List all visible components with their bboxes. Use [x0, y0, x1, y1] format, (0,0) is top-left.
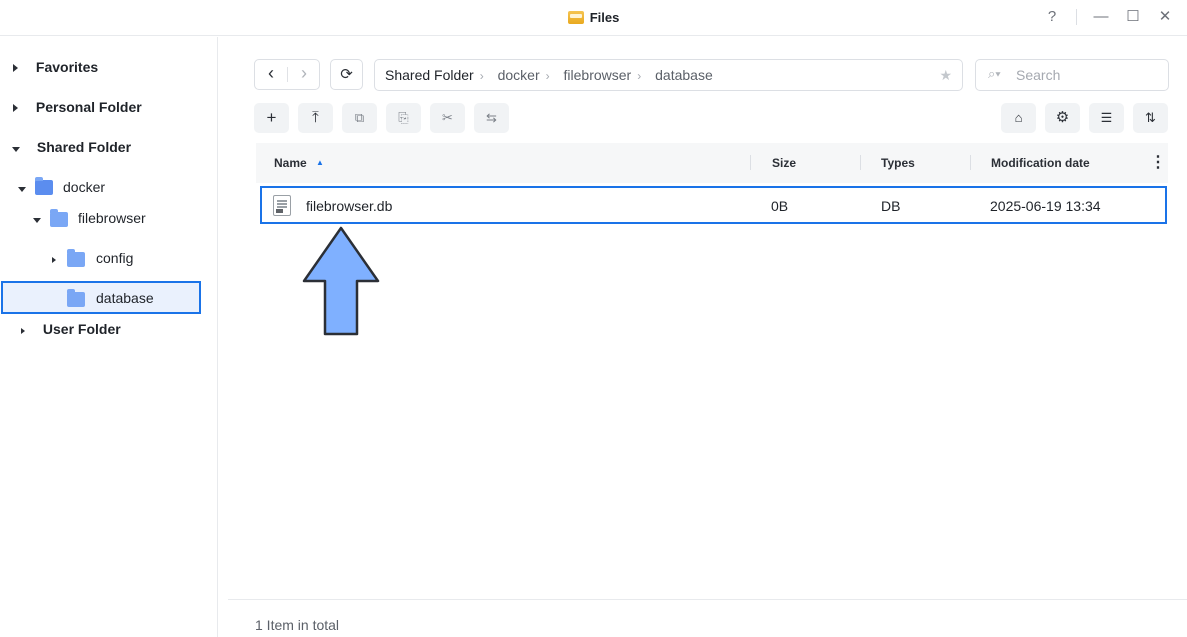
favorite-star-icon[interactable]: ★ — [939, 60, 952, 90]
column-header-types[interactable]: Types — [881, 156, 915, 170]
title-bar: Files ? — ☐ ✕ — [0, 0, 1187, 36]
settings-gear-button[interactable]: ⚙ — [1045, 103, 1080, 133]
divider — [1076, 9, 1077, 25]
upload-button[interactable]: ⤒ — [298, 103, 333, 133]
main-panel: ‹ › ⟳ Shared Folder › docker › filebrowser… — [228, 37, 1187, 637]
db-file-icon — [273, 195, 291, 216]
move-button[interactable]: ⇆ — [474, 103, 509, 133]
chevron-right-icon: › — [545, 69, 550, 83]
breadcrumb-item-filebrowser[interactable]: filebrowser — [564, 67, 632, 83]
docker-folder-icon — [35, 177, 53, 195]
column-header-modification-date[interactable]: Modification date — [991, 156, 1090, 170]
minimize-button[interactable]: — — [1090, 6, 1112, 28]
window-title: Files — [0, 10, 1187, 25]
create-button[interactable]: + — [254, 103, 289, 133]
tree-item-personal-folder[interactable]: Personal Folder — [13, 96, 142, 118]
more-options-icon[interactable]: ⋮ — [1150, 152, 1166, 172]
view-mode-button[interactable]: ☰ — [1089, 103, 1124, 133]
column-divider[interactable] — [860, 155, 861, 170]
column-header-name[interactable]: Name ▲ — [274, 156, 324, 170]
collapse-icon[interactable] — [12, 147, 20, 152]
table-header: Name ▲ Size Types Modification date ⋮ — [256, 143, 1168, 183]
file-size: 0B — [771, 198, 789, 214]
folder-icon — [50, 209, 68, 227]
tree-item-shared-folder[interactable]: Shared Folder — [12, 136, 131, 158]
search-box[interactable]: ⌕▾ — [975, 59, 1169, 91]
file-modification-date: 2025-06-19 13:34 — [990, 198, 1101, 214]
back-button[interactable]: ‹ — [255, 60, 287, 87]
sort-button[interactable]: ⇅ — [1133, 103, 1168, 133]
breadcrumb-item-docker[interactable]: docker — [498, 67, 540, 83]
chevron-right-icon: › — [637, 69, 642, 83]
expand-icon[interactable] — [21, 328, 25, 334]
up-arrow-annotation — [302, 226, 380, 336]
paste-button[interactable]: ⎘ — [386, 103, 421, 133]
breadcrumb: Shared Folder › docker › filebrowser › data… — [374, 59, 963, 91]
item-count: 1 Item in total — [255, 617, 340, 633]
tools-button[interactable]: ⌂ — [1001, 103, 1036, 133]
tree-item-database[interactable]: database — [67, 287, 197, 309]
folder-icon — [67, 249, 85, 267]
tree-item-config[interactable]: config — [52, 247, 192, 269]
tree-item-filebrowser[interactable]: filebrowser — [33, 207, 183, 229]
forward-button[interactable]: › — [288, 60, 320, 87]
collapse-icon[interactable] — [33, 218, 41, 223]
files-app-icon — [567, 11, 584, 24]
maximize-button[interactable]: ☐ — [1122, 6, 1144, 28]
tree-item-user-folder[interactable]: User Folder — [21, 318, 121, 340]
tree-item-docker[interactable]: docker — [18, 176, 168, 198]
sort-ascending-icon: ▲ — [316, 158, 324, 167]
table-row[interactable]: filebrowser.db 0B DB 2025-06-19 13:34 — [260, 186, 1167, 224]
search-icon[interactable]: ⌕▾ — [988, 66, 1001, 82]
breadcrumb-item-database[interactable]: database — [655, 67, 713, 83]
copy-button[interactable]: ⧉ — [342, 103, 377, 133]
file-name: filebrowser.db — [306, 198, 393, 214]
expand-icon[interactable] — [13, 64, 18, 72]
column-divider[interactable] — [750, 155, 751, 170]
expand-icon[interactable] — [52, 257, 56, 263]
close-button[interactable]: ✕ — [1154, 6, 1176, 28]
sidebar: Favorites Personal Folder Shared Folder … — [0, 37, 218, 637]
nav-button-group: ‹ › — [254, 59, 320, 90]
status-bar: 1 Item in total — [228, 599, 1187, 637]
search-input[interactable] — [1016, 66, 1156, 84]
column-divider[interactable] — [970, 155, 971, 170]
chevron-right-icon: › — [479, 69, 484, 83]
file-type: DB — [881, 198, 901, 214]
collapse-icon[interactable] — [18, 187, 26, 192]
breadcrumb-item-shared-folder[interactable]: Shared Folder — [385, 67, 474, 83]
tree-item-favorites[interactable]: Favorites — [13, 56, 98, 78]
column-header-size[interactable]: Size — [772, 156, 796, 170]
cut-button[interactable]: ✂ — [430, 103, 465, 133]
help-button[interactable]: ? — [1041, 6, 1063, 28]
expand-icon[interactable] — [13, 104, 18, 112]
folder-icon — [67, 289, 85, 307]
refresh-button[interactable]: ⟳ — [330, 59, 363, 90]
